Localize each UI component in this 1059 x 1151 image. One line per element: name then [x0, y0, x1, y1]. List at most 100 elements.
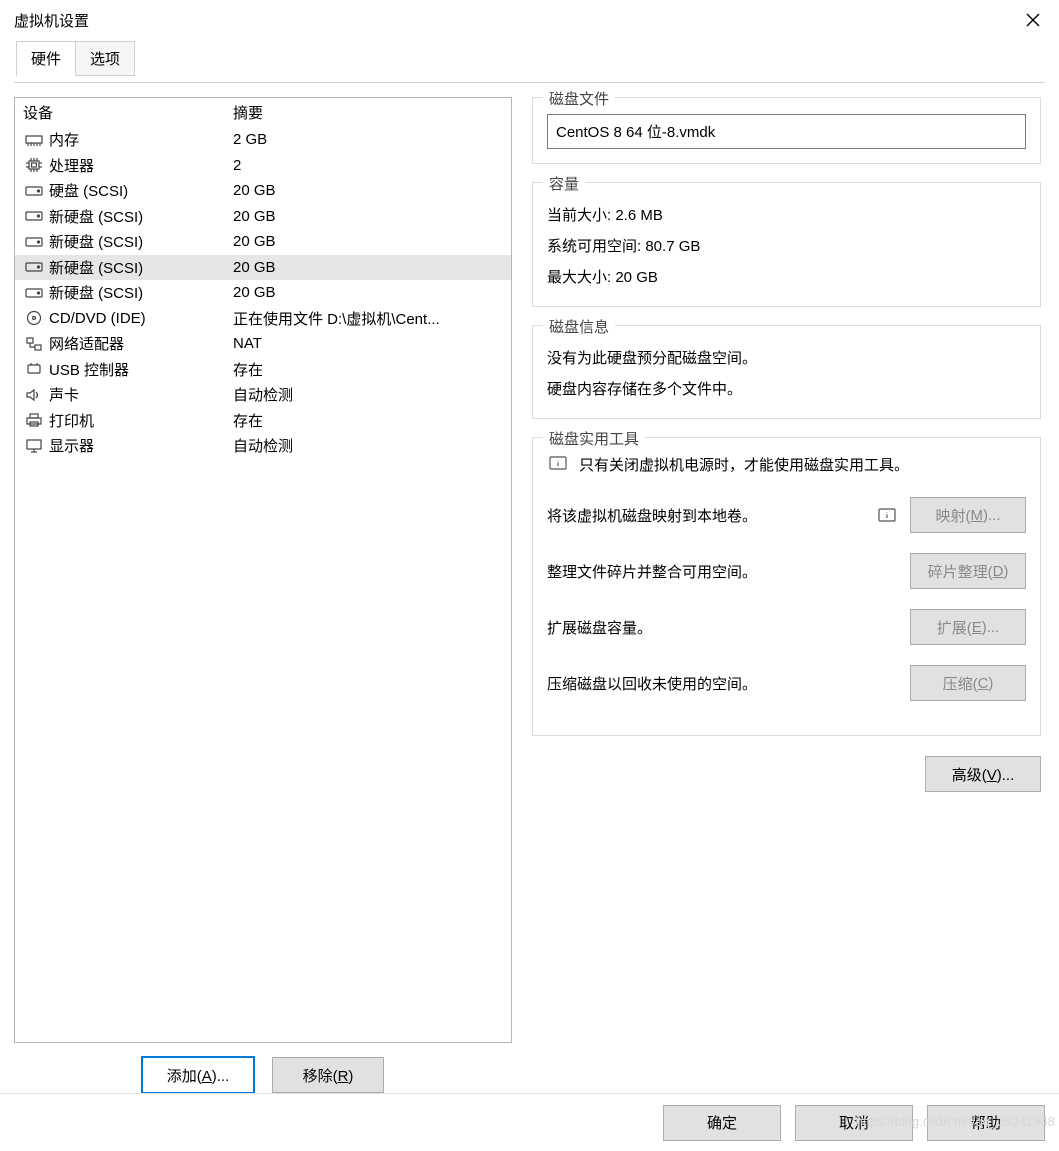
help-button[interactable]: 帮助: [927, 1105, 1045, 1141]
utilities-legend: 磁盘实用工具: [543, 428, 645, 449]
device-row[interactable]: 新硬盘 (SCSI)20 GB: [15, 204, 511, 230]
map-icon: [876, 506, 898, 524]
disk-icon: [23, 233, 45, 251]
utilities-group: 磁盘实用工具 只有关闭虚拟机电源时，才能使用磁盘实用工具。 将该虚拟机磁盘映射到…: [532, 437, 1041, 736]
device-list: 设备 摘要 内存2 GB处理器2硬盘 (SCSI)20 GB新硬盘 (SCSI)…: [14, 97, 512, 1043]
capacity-legend: 容量: [543, 173, 585, 194]
header-summary: 摘要: [233, 102, 503, 123]
device-row[interactable]: 新硬盘 (SCSI)20 GB: [15, 229, 511, 255]
window-title: 虚拟机设置: [14, 10, 89, 31]
disk-file-input[interactable]: CentOS 8 64 位-8.vmdk: [547, 114, 1026, 149]
display-icon: [23, 437, 45, 455]
device-summary: 2 GB: [233, 131, 503, 148]
right-pane: 磁盘文件 CentOS 8 64 位-8.vmdk 容量 当前大小: 2.6 M…: [532, 97, 1045, 1093]
device-summary: 存在: [233, 359, 503, 380]
header-device: 设备: [23, 102, 233, 123]
utilities-notice-text: 只有关闭虚拟机电源时，才能使用磁盘实用工具。: [579, 454, 909, 475]
device-row[interactable]: 处理器2: [15, 153, 511, 179]
device-name: 新硬盘 (SCSI): [49, 282, 233, 303]
device-name: USB 控制器: [49, 359, 233, 380]
utility-desc: 压缩磁盘以回收未使用的空间。: [547, 673, 898, 694]
advanced-button[interactable]: 高级(V)...: [925, 756, 1041, 792]
capacity-max-label: 最大大小:: [547, 269, 611, 286]
device-summary: 自动检测: [233, 435, 503, 456]
sound-icon: [23, 386, 45, 404]
device-summary: 存在: [233, 410, 503, 431]
utility-desc: 将该虚拟机磁盘映射到本地卷。: [547, 505, 864, 526]
device-row[interactable]: 新硬盘 (SCSI)20 GB: [15, 255, 511, 281]
left-actions: 添加(A)... 移除(R): [14, 1043, 512, 1093]
device-summary: 20 GB: [233, 284, 503, 301]
device-name: 新硬盘 (SCSI): [49, 231, 233, 252]
device-summary: 正在使用文件 D:\虚拟机\Cent...: [233, 308, 503, 329]
disk-icon: [23, 284, 45, 302]
advanced-row: 高级(V)...: [532, 754, 1041, 792]
capacity-group: 容量 当前大小: 2.6 MB 系统可用空间: 80.7 GB 最大大小: 20…: [532, 182, 1041, 307]
device-name: 处理器: [49, 155, 233, 176]
device-name: 打印机: [49, 410, 233, 431]
utility-button[interactable]: 压缩(C): [910, 665, 1026, 701]
usb-icon: [23, 360, 45, 378]
utility-row: 扩展磁盘容量。扩展(E)...: [547, 609, 1026, 645]
device-row[interactable]: 内存2 GB: [15, 127, 511, 153]
device-row[interactable]: 网络适配器NAT: [15, 331, 511, 357]
device-summary: 自动检测: [233, 384, 503, 405]
device-row[interactable]: 新硬盘 (SCSI)20 GB: [15, 280, 511, 306]
device-name: CD/DVD (IDE): [49, 310, 233, 327]
device-summary: 20 GB: [233, 182, 503, 199]
titlebar: 虚拟机设置: [0, 0, 1059, 40]
close-button[interactable]: [1021, 8, 1045, 32]
tab-hardware[interactable]: 硬件: [16, 41, 76, 76]
disk-info-line1: 没有为此硬盘预分配磁盘空间。: [547, 342, 1026, 373]
capacity-free-label: 系统可用空间:: [547, 238, 641, 255]
device-row[interactable]: 显示器自动检测: [15, 433, 511, 459]
disk-file-group: 磁盘文件 CentOS 8 64 位-8.vmdk: [532, 97, 1041, 164]
utility-button[interactable]: 扩展(E)...: [910, 609, 1026, 645]
utilities-notice: 只有关闭虚拟机电源时，才能使用磁盘实用工具。: [547, 454, 1026, 475]
add-button[interactable]: 添加(A)...: [142, 1057, 254, 1093]
device-name: 网络适配器: [49, 333, 233, 354]
device-row[interactable]: 声卡自动检测: [15, 382, 511, 408]
disk-info-group: 磁盘信息 没有为此硬盘预分配磁盘空间。 硬盘内容存储在多个文件中。: [532, 325, 1041, 419]
utility-button[interactable]: 碎片整理(D): [910, 553, 1026, 589]
capacity-free: 系统可用空间: 80.7 GB: [547, 230, 1026, 261]
device-name: 内存: [49, 129, 233, 150]
tab-options-label: 选项: [90, 51, 120, 68]
cancel-button[interactable]: 取消: [795, 1105, 913, 1141]
disk-icon: [23, 258, 45, 276]
tab-options[interactable]: 选项: [76, 41, 135, 76]
device-summary: 20 GB: [233, 259, 503, 276]
capacity-current-value: 2.6 MB: [615, 207, 663, 224]
disk-file-legend: 磁盘文件: [543, 88, 615, 109]
device-name: 新硬盘 (SCSI): [49, 206, 233, 227]
cpu-icon: [23, 156, 45, 174]
device-name: 显示器: [49, 435, 233, 456]
device-summary: 20 GB: [233, 233, 503, 250]
capacity-current: 当前大小: 2.6 MB: [547, 199, 1026, 230]
memory-icon: [23, 131, 45, 149]
printer-icon: [23, 411, 45, 429]
utility-desc: 整理文件碎片并整合可用空间。: [547, 561, 898, 582]
remove-button[interactable]: 移除(R): [272, 1057, 384, 1093]
disk-info-line2: 硬盘内容存储在多个文件中。: [547, 373, 1026, 404]
capacity-max: 最大大小: 20 GB: [547, 261, 1026, 292]
device-row[interactable]: 硬盘 (SCSI)20 GB: [15, 178, 511, 204]
tab-hardware-label: 硬件: [31, 51, 61, 68]
device-row[interactable]: USB 控制器存在: [15, 357, 511, 383]
device-row[interactable]: CD/DVD (IDE)正在使用文件 D:\虚拟机\Cent...: [15, 306, 511, 332]
device-name: 新硬盘 (SCSI): [49, 257, 233, 278]
ok-button[interactable]: 确定: [663, 1105, 781, 1141]
net-icon: [23, 335, 45, 353]
device-list-header: 设备 摘要: [15, 98, 511, 127]
device-summary: NAT: [233, 335, 503, 352]
capacity-max-value: 20 GB: [615, 269, 658, 286]
cd-icon: [23, 309, 45, 327]
utility-row: 将该虚拟机磁盘映射到本地卷。 映射(M)...: [547, 497, 1026, 533]
content: 设备 摘要 内存2 GB处理器2硬盘 (SCSI)20 GB新硬盘 (SCSI)…: [14, 82, 1045, 1093]
utility-row: 压缩磁盘以回收未使用的空间。压缩(C): [547, 665, 1026, 701]
info-icon: [547, 454, 569, 472]
utility-desc: 扩展磁盘容量。: [547, 617, 898, 638]
utility-button[interactable]: 映射(M)...: [910, 497, 1026, 533]
device-row[interactable]: 打印机存在: [15, 408, 511, 434]
disk-icon: [23, 207, 45, 225]
